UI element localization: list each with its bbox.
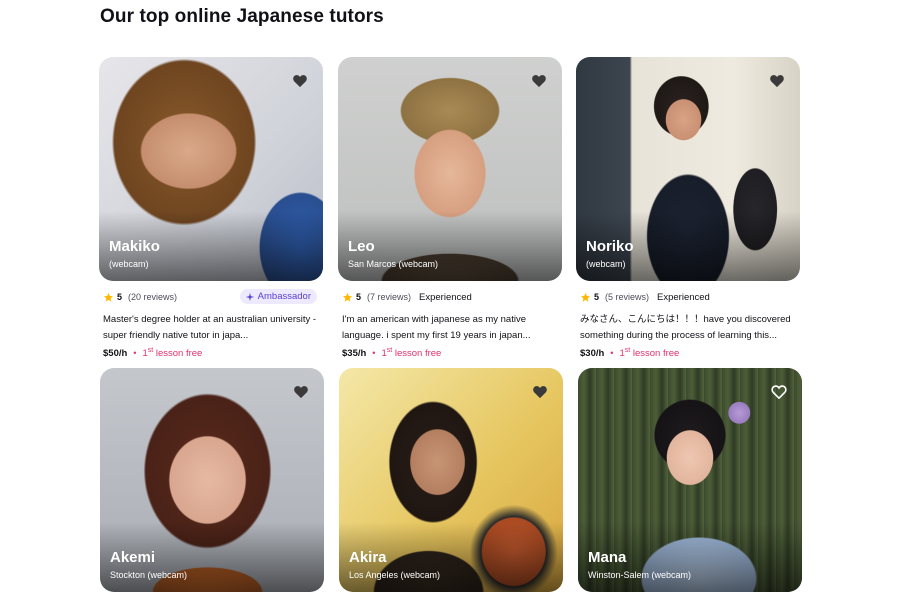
tutor-photo[interactable]: Noriko (webcam) bbox=[576, 57, 800, 281]
review-count[interactable]: (20 reviews) bbox=[128, 292, 177, 302]
price-row: $35/h • 1st lesson free bbox=[338, 347, 562, 359]
favorite-heart-icon[interactable] bbox=[291, 71, 309, 89]
tutor-price: $50/h bbox=[103, 347, 128, 359]
tutor-description: Master's degree holder at an australian … bbox=[103, 314, 317, 341]
favorite-heart-icon[interactable] bbox=[292, 382, 310, 400]
tutor-photo[interactable]: Akemi Stockton (webcam) bbox=[100, 368, 324, 592]
tutor-price: $35/h bbox=[342, 347, 367, 359]
first-lesson-free: 1st lesson free bbox=[381, 347, 442, 360]
star-icon bbox=[342, 292, 353, 302]
tutor-location: Stockton (webcam) bbox=[110, 570, 188, 580]
experienced-tag: Experienced bbox=[657, 291, 710, 303]
separator-dot: • bbox=[133, 348, 137, 359]
star-icon bbox=[103, 292, 114, 302]
tutor-location: (webcam) bbox=[109, 259, 149, 269]
tutor-description: みなさん、こんにちは！！！have you discovered somethi… bbox=[580, 314, 791, 341]
section-title: Our top online Japanese tutors bbox=[100, 6, 384, 27]
tutor-photo[interactable]: Mana Winston-Salem (webcam) bbox=[578, 368, 802, 592]
tutor-name: Akemi bbox=[110, 549, 156, 566]
price-row: $30/h • 1st lesson free bbox=[576, 347, 800, 359]
favorite-heart-icon[interactable] bbox=[770, 382, 788, 400]
tutor-card-akira[interactable]: Akira Los Angeles (webcam) bbox=[339, 368, 563, 592]
tutors-section: Our top online Japanese tutors Makiko (w… bbox=[0, 0, 900, 600]
favorite-heart-icon[interactable] bbox=[768, 71, 786, 89]
tutor-location: Winston-Salem (webcam) bbox=[588, 570, 692, 580]
star-icon bbox=[580, 292, 591, 302]
separator-dot: • bbox=[372, 348, 376, 359]
tutor-location: Los Angeles (webcam) bbox=[349, 570, 441, 580]
rating-value: 5 bbox=[117, 292, 123, 302]
first-lesson-free: 1st lesson free bbox=[142, 347, 203, 360]
tutor-card-mana[interactable]: Mana Winston-Salem (webcam) bbox=[578, 368, 802, 592]
tutor-name: Leo bbox=[348, 238, 375, 255]
tutor-price: $30/h bbox=[580, 347, 605, 359]
tutor-meta: 5 (20 reviews) Ambassador bbox=[99, 288, 323, 306]
tutor-name: Mana bbox=[588, 549, 627, 566]
ambassador-badge: Ambassador bbox=[239, 289, 317, 304]
tutor-meta: 5 (7 reviews) Experienced bbox=[338, 288, 562, 306]
badge-label: Ambassador bbox=[257, 291, 311, 302]
tutor-card-akemi[interactable]: Akemi Stockton (webcam) bbox=[100, 368, 324, 592]
favorite-heart-icon[interactable] bbox=[531, 382, 549, 400]
rating-value: 5 bbox=[356, 292, 362, 302]
tutor-meta: 5 (5 reviews) Experienced bbox=[576, 288, 800, 306]
separator-dot: • bbox=[610, 348, 614, 359]
experienced-tag: Experienced bbox=[419, 291, 472, 303]
tutor-name: Noriko bbox=[586, 238, 634, 255]
tutor-card-makiko[interactable]: Makiko (webcam) 5 (20 reviews) Ambassado… bbox=[99, 57, 323, 359]
tutor-photo[interactable]: Leo San Marcos (webcam) bbox=[338, 57, 562, 281]
tutor-photo[interactable]: Makiko (webcam) bbox=[99, 57, 323, 281]
tutor-photo[interactable]: Akira Los Angeles (webcam) bbox=[339, 368, 563, 592]
first-lesson-free: 1st lesson free bbox=[619, 347, 680, 360]
tutor-location: (webcam) bbox=[586, 259, 626, 269]
tutor-name: Akira bbox=[349, 549, 387, 566]
tutor-card-noriko[interactable]: Noriko (webcam) 5 (5 reviews) Experience… bbox=[576, 57, 800, 359]
price-row: $50/h • 1st lesson free bbox=[99, 347, 323, 359]
review-count[interactable]: (5 reviews) bbox=[605, 292, 649, 302]
tutor-location: San Marcos (webcam) bbox=[348, 259, 439, 269]
tutor-description: I'm an american with japanese as my nati… bbox=[342, 314, 531, 341]
favorite-heart-icon[interactable] bbox=[530, 71, 548, 89]
review-count[interactable]: (7 reviews) bbox=[367, 292, 411, 302]
rating-value: 5 bbox=[594, 292, 600, 302]
tutor-card-leo[interactable]: Leo San Marcos (webcam) 5 (7 reviews) Ex… bbox=[338, 57, 562, 359]
tutor-name: Makiko bbox=[109, 238, 160, 255]
sparkle-icon bbox=[245, 292, 254, 301]
